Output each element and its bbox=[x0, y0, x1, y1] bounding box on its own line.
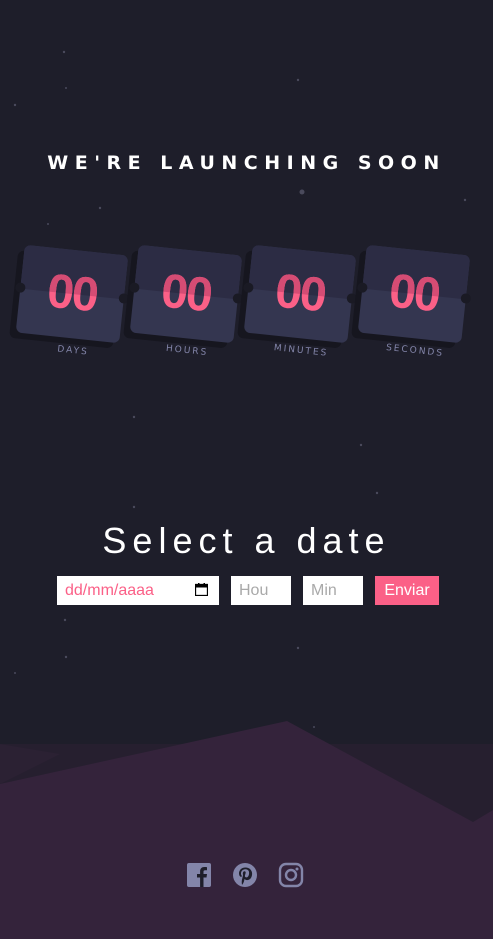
date-input[interactable]: dd/mm/aaaa bbox=[57, 576, 219, 605]
hour-input[interactable]: Hou bbox=[231, 576, 291, 605]
page-title: WE'RE LAUNCHING SOON bbox=[47, 152, 446, 174]
hills-background bbox=[0, 721, 493, 939]
countdown-seconds: 00 00 SECONDS bbox=[351, 244, 472, 359]
minute-input[interactable]: Min bbox=[303, 576, 363, 605]
minute-placeholder: Min bbox=[311, 582, 337, 599]
launch-countdown-page: WE'RE LAUNCHING SOON 00 00 DAYS 00 00 HO… bbox=[0, 0, 493, 939]
date-placeholder: dd/mm/aaaa bbox=[65, 582, 154, 599]
countdown-days: 00 00 DAYS bbox=[9, 244, 130, 358]
select-date-title: Select a date bbox=[102, 520, 391, 561]
pinterest-icon[interactable] bbox=[232, 862, 258, 888]
date-form: dd/mm/aaaa Hou Min Enviar bbox=[0, 576, 493, 606]
submit-button[interactable]: Enviar bbox=[375, 576, 439, 605]
countdown-minutes: 00 00 MINUTES bbox=[237, 244, 358, 359]
instagram-icon[interactable] bbox=[278, 862, 304, 888]
social-links bbox=[0, 862, 493, 890]
calendar-icon[interactable] bbox=[195, 583, 208, 596]
countdown-timer: 00 00 DAYS 00 00 HOURS 00 00 MINUTES 00 … bbox=[9, 244, 480, 370]
countdown-hours: 00 00 HOURS bbox=[123, 244, 244, 358]
hour-placeholder: Hou bbox=[239, 582, 269, 599]
facebook-icon[interactable] bbox=[186, 862, 212, 888]
